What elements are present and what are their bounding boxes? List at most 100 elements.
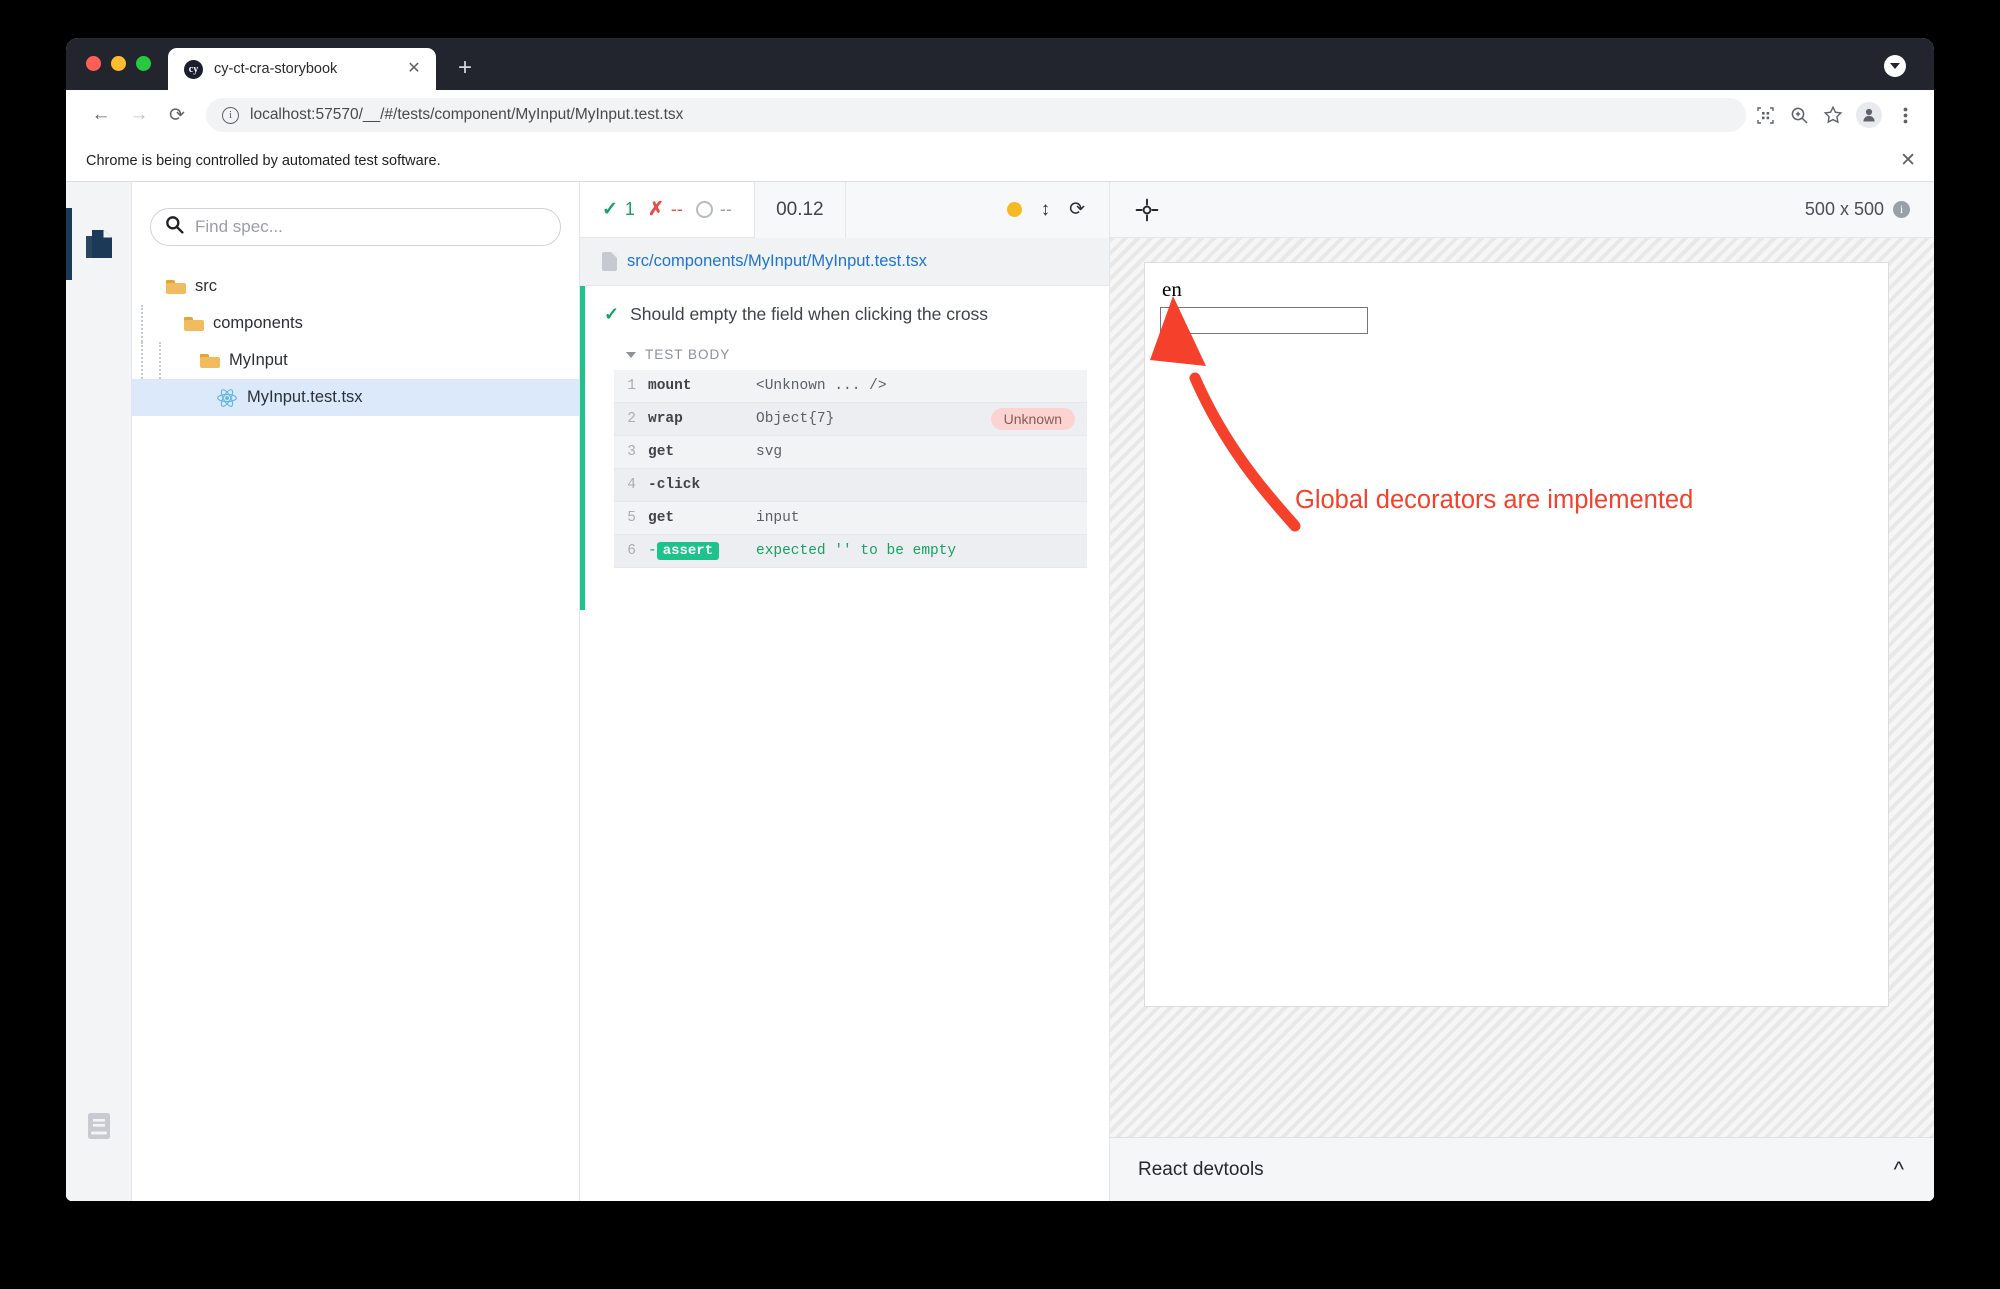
- command-row[interactable]: 5 get input: [614, 502, 1087, 535]
- star-bookmark-icon[interactable]: [1818, 100, 1848, 130]
- command-message: input: [756, 510, 1075, 526]
- info-circle-icon[interactable]: i: [222, 107, 239, 124]
- child-command-dash: -: [648, 477, 657, 493]
- preview-header: 500 x 500 i: [1110, 182, 1934, 238]
- check-icon: ✓: [604, 304, 619, 325]
- test-body-label-text: TEST BODY: [645, 347, 730, 362]
- circle-outline-icon: [696, 201, 713, 218]
- folder-icon: [166, 279, 186, 294]
- url-text: localhost:57570/__/#/tests/component/MyI…: [250, 106, 683, 124]
- zoom-in-icon[interactable]: [1784, 100, 1814, 130]
- file-icon: [602, 252, 617, 271]
- address-bar[interactable]: i localhost:57570/__/#/tests/component/M…: [206, 98, 1746, 132]
- reporter-header: ✓ 1 ✗ -- -- 00.12 ↕ ⟳: [580, 182, 1109, 238]
- copy-files-icon[interactable]: [66, 212, 132, 276]
- test-title-row[interactable]: ✓ Should empty the field when clicking t…: [580, 304, 1109, 325]
- automation-notice-text: Chrome is being controlled by automated …: [86, 153, 1900, 169]
- cypress-app: src components MyInput: [66, 182, 1934, 1201]
- check-icon: ✓: [602, 200, 618, 219]
- cross-icon: ✗: [648, 200, 664, 219]
- tree-row-components[interactable]: components: [132, 305, 579, 342]
- app-text-input[interactable]: [1160, 307, 1368, 334]
- vertical-resize-icon[interactable]: ↕: [1041, 200, 1051, 219]
- spec-search-field[interactable]: [150, 208, 561, 246]
- chevron-down-caret: [1890, 63, 1900, 69]
- chevron-down-icon[interactable]: [1884, 55, 1906, 77]
- reload-icon[interactable]: ⟳: [160, 98, 194, 132]
- command-row[interactable]: 3 get svg: [614, 436, 1087, 469]
- command-message: svg: [756, 444, 1075, 460]
- close-icon[interactable]: ✕: [404, 59, 424, 79]
- command-number: 4: [614, 477, 648, 493]
- caret-down-icon: [626, 352, 636, 358]
- tree-row-label: MyInput: [229, 351, 288, 370]
- command-name: get: [648, 444, 756, 460]
- command-log: 1 mount <Unknown ... /> 2 wrap Object{7}…: [614, 370, 1087, 568]
- app-iframe: en: [1144, 262, 1889, 1007]
- plus-icon[interactable]: +: [448, 51, 482, 85]
- qr-code-icon[interactable]: [1750, 100, 1780, 130]
- tree-guide-line: [141, 342, 143, 379]
- three-dot-menu-icon[interactable]: [1890, 100, 1920, 130]
- arrow-left-icon[interactable]: ←: [84, 98, 118, 132]
- spec-path-bar[interactable]: src/components/MyInput/MyInput.test.tsx: [580, 238, 1109, 286]
- viewport-size-label: 500 x 500: [1805, 199, 1884, 220]
- minimize-window-button[interactable]: [111, 56, 126, 71]
- restart-icon[interactable]: ⟳: [1069, 200, 1085, 219]
- react-devtools-bar[interactable]: React devtools ^: [1110, 1137, 1934, 1201]
- command-row[interactable]: 4 -click: [614, 469, 1087, 502]
- chevron-up-icon[interactable]: ^: [1894, 1159, 1904, 1181]
- command-row[interactable]: 1 mount <Unknown ... />: [614, 370, 1087, 403]
- reporter-controls: ↕ ⟳: [846, 182, 1109, 238]
- command-name-text: click: [657, 477, 701, 493]
- book-docs-icon[interactable]: [66, 1101, 132, 1151]
- test-timer: 00.12: [754, 182, 846, 238]
- tree-guide-line: [141, 305, 143, 342]
- tree-indent: [132, 379, 216, 416]
- test-stats: ✓ 1 ✗ -- --: [580, 182, 754, 238]
- test-body-toggle[interactable]: TEST BODY: [626, 347, 1109, 362]
- browser-window: cy cy-ct-cra-storybook ✕ + ← → ⟳ i local…: [66, 38, 1934, 1201]
- spec-tree: src components MyInput: [132, 268, 579, 416]
- maximize-window-button[interactable]: [136, 56, 151, 71]
- tree-row-src[interactable]: src: [132, 268, 579, 305]
- auto-scroll-dot-icon[interactable]: [1007, 202, 1022, 217]
- command-name: mount: [648, 378, 756, 394]
- test-block: ✓ Should empty the field when clicking t…: [580, 286, 1109, 568]
- stat-passed-count: 1: [625, 199, 635, 220]
- close-window-button[interactable]: [86, 56, 101, 71]
- browser-tab-strip: cy cy-ct-cra-storybook ✕ +: [66, 38, 1934, 90]
- command-number: 3: [614, 444, 648, 460]
- spec-list-panel: src components MyInput: [132, 182, 580, 1201]
- close-icon[interactable]: ✕: [1900, 151, 1916, 170]
- browser-tab[interactable]: cy cy-ct-cra-storybook ✕: [168, 48, 436, 90]
- command-message: Object{7}: [756, 411, 991, 427]
- viewport-size-group: 500 x 500 i: [1805, 199, 1910, 220]
- command-row[interactable]: 6 -assert expected '' to be empty: [614, 535, 1087, 568]
- test-reporter-panel: ✓ 1 ✗ -- -- 00.12 ↕ ⟳: [580, 182, 1110, 1201]
- stat-failed: ✗ --: [648, 199, 683, 220]
- react-logo-icon: [216, 387, 238, 409]
- profile-avatar-icon[interactable]: [1856, 102, 1882, 128]
- cypress-icon: cy: [184, 60, 203, 79]
- stat-passed: ✓ 1: [602, 199, 635, 220]
- app-preview-panel: 500 x 500 i en Global decorators are imp…: [1110, 182, 1934, 1201]
- arrow-right-icon[interactable]: →: [122, 98, 156, 132]
- annotation-text: Global decorators are implemented: [1295, 486, 1693, 515]
- automation-notice-bar: Chrome is being controlled by automated …: [66, 140, 1934, 182]
- info-circle-icon[interactable]: i: [1893, 201, 1910, 218]
- folder-icon: [200, 353, 220, 368]
- spec-path-link[interactable]: src/components/MyInput/MyInput.test.tsx: [627, 252, 927, 271]
- command-message: expected '' to be empty: [756, 543, 1075, 559]
- tree-row-label: components: [213, 314, 303, 333]
- crosshair-target-icon[interactable]: [1132, 195, 1162, 225]
- command-number: 1: [614, 378, 648, 394]
- tree-row-myinput[interactable]: MyInput: [132, 342, 579, 379]
- child-command-dash: -: [648, 543, 657, 559]
- command-row[interactable]: 2 wrap Object{7} Unknown: [614, 403, 1087, 436]
- tree-row-myinput-test-spec[interactable]: MyInput.test.tsx: [132, 379, 579, 416]
- tree-indent: [132, 305, 184, 342]
- test-title: Should empty the field when clicking the…: [630, 304, 988, 325]
- search-input[interactable]: [195, 217, 546, 237]
- browser-tab-title: cy-ct-cra-storybook: [214, 61, 393, 77]
